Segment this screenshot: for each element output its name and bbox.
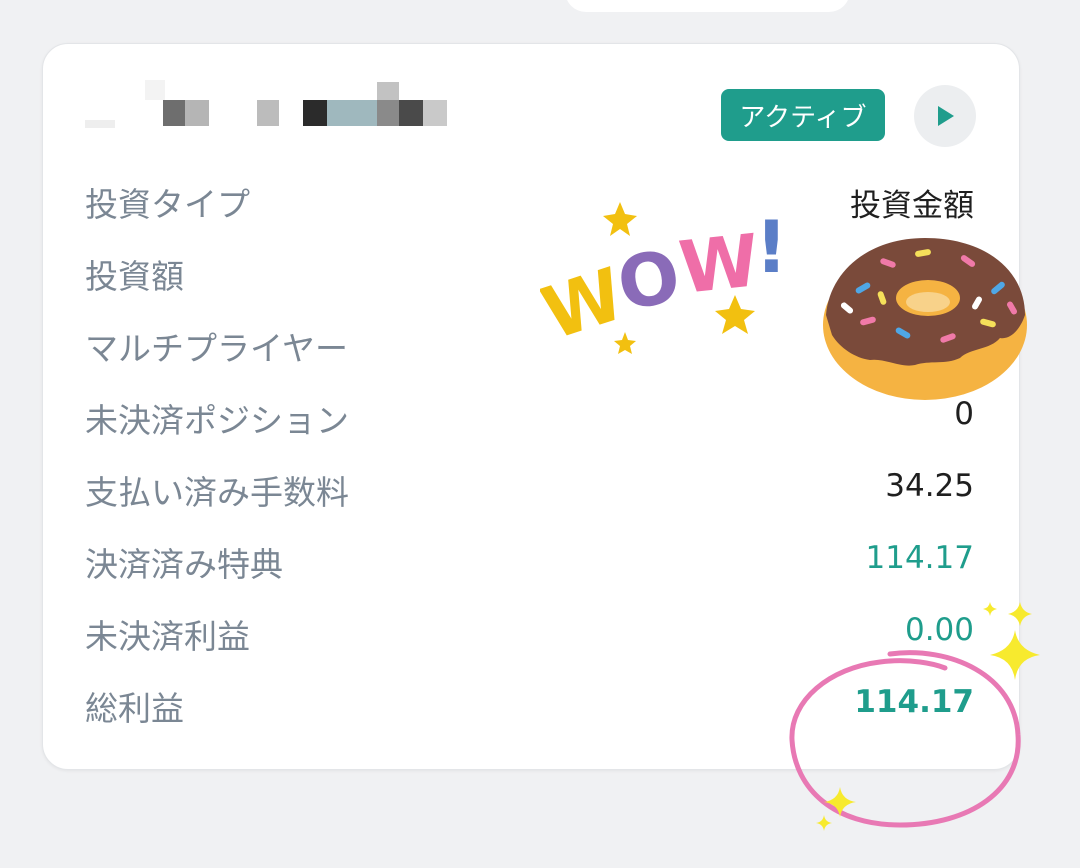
row-value-settled-bonus: 114.17 xyxy=(865,540,974,576)
svg-text:!: ! xyxy=(755,205,788,289)
redacted-name xyxy=(85,80,475,132)
row-label-total-profit: 総利益 xyxy=(85,689,184,728)
row-value-fees-paid: 34.25 xyxy=(885,468,974,504)
row-label-settled-bonus: 決済済み特典 xyxy=(85,545,283,584)
svg-text:O: O xyxy=(611,233,686,326)
svg-text:W: W xyxy=(675,218,763,310)
row-label-investment-amount: 投資額 xyxy=(85,257,184,296)
wow-sticker: W O W ! xyxy=(540,202,788,356)
sparkle-icon-small xyxy=(816,787,856,831)
row-label-unsettled-profit: 未決済利益 xyxy=(85,617,250,656)
sparkle-icon xyxy=(983,602,1040,680)
play-button[interactable] xyxy=(914,85,976,147)
row-label-fees-paid: 支払い済み手数料 xyxy=(85,473,349,512)
top-search-pill[interactable] xyxy=(565,0,850,12)
status-badge: アクティブ xyxy=(721,89,885,141)
row-label-investment-type: 投資タイプ xyxy=(85,185,250,224)
play-icon xyxy=(938,106,954,126)
row-label-open-positions: 未決済ポジション xyxy=(85,401,349,440)
donut-sticker xyxy=(823,238,1027,400)
row-value-investment-type: 投資金額 xyxy=(850,188,974,224)
row-label-multiplier: マルチプライヤー xyxy=(85,329,349,368)
